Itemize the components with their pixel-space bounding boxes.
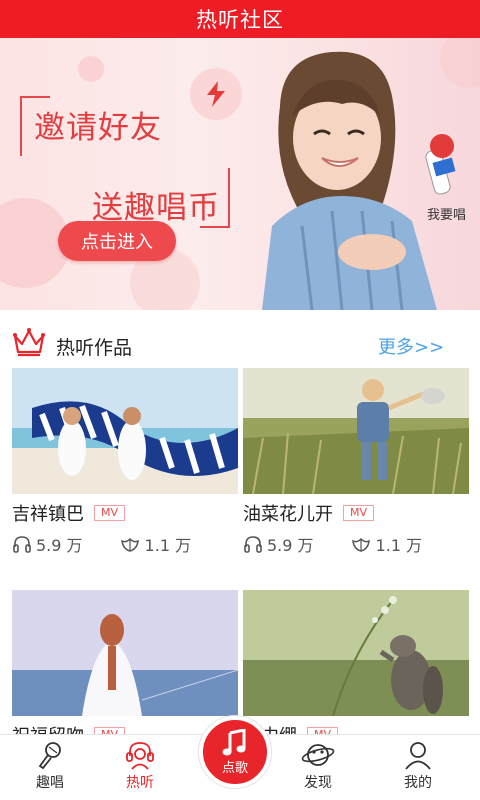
promo-line-1: 邀请好友: [34, 110, 162, 146]
nav-tab-discover[interactable]: 发现: [278, 735, 358, 800]
work-stats: 5.9 万 1.1 万: [243, 532, 458, 556]
work-thumbnail[interactable]: [12, 590, 239, 716]
section-title: 热听作品: [56, 337, 133, 359]
user-icon: [405, 742, 431, 770]
decor-bubble: [78, 56, 104, 82]
nav-tab-me[interactable]: 我的: [378, 735, 458, 800]
work-card[interactable]: 祝福留吻 MV: [12, 590, 239, 747]
headphone-icon: [13, 536, 31, 553]
work-title-row: 吉祥镇巴 MV: [12, 501, 126, 525]
like-count-value: 1.1 万: [375, 536, 423, 555]
more-link[interactable]: 更多>>: [378, 333, 444, 359]
nav-label: 点歌: [221, 760, 248, 776]
song-request-button[interactable]: 点歌: [199, 716, 271, 788]
work-stats: 5.9 万 1.1 万: [12, 532, 227, 556]
singer-photo: [262, 51, 456, 310]
work-thumbnail[interactable]: [243, 590, 469, 717]
work-thumbnail[interactable]: [243, 368, 469, 495]
play-count: 5.9 万: [243, 532, 314, 556]
promo-banner[interactable]: 邀请好友 送趣唱币 点击进入 我要唱: [0, 38, 480, 310]
nav-tab-sing[interactable]: 趣唱: [10, 735, 90, 800]
lightning-badge: [190, 68, 242, 120]
like-count: 1.1 万: [350, 532, 423, 556]
nav-label: 我的: [404, 775, 432, 791]
headphone-icon: [244, 536, 262, 553]
mv-badge: MV: [343, 505, 375, 521]
app-screen: 热听社区 邀请好友 送趣唱币 点击进入 我要唱 热听作品 更多>> 吉祥镇巴 M…: [0, 0, 480, 800]
flower-icon: [351, 537, 370, 552]
page-title: 热听社区: [196, 8, 284, 32]
play-count: 5.9 万: [12, 532, 83, 556]
sing-label[interactable]: 我要唱: [427, 204, 466, 223]
nav-label: 发现: [304, 775, 332, 791]
work-title: 吉祥镇巴: [12, 504, 84, 525]
music-note-icon: [222, 728, 246, 755]
nav-label: 趣唱: [36, 775, 64, 791]
planet-icon: [301, 744, 335, 766]
flower-icon: [120, 537, 139, 552]
work-thumbnail[interactable]: [12, 368, 238, 494]
play-count-value: 5.9 万: [267, 536, 314, 555]
mv-badge: MV: [94, 505, 126, 521]
work-card[interactable]: 马中绷 MV: [243, 590, 469, 747]
lightning-icon: [190, 68, 242, 120]
like-count-value: 1.1 万: [144, 536, 192, 555]
top-bar: 热听社区: [0, 0, 480, 38]
microphone-icon: [38, 742, 61, 770]
play-count-value: 5.9 万: [36, 536, 83, 555]
work-card[interactable]: 油菜花儿开 MV 5.9 万 1.1 万: [243, 368, 469, 568]
enter-button[interactable]: 点击进入: [58, 221, 176, 261]
like-count: 1.1 万: [119, 532, 192, 556]
crown-icon: [13, 328, 45, 357]
work-title-row: 油菜花儿开 MV: [243, 501, 375, 525]
work-title: 油菜花儿开: [243, 504, 333, 525]
nav-tab-hot[interactable]: 热听: [100, 735, 180, 800]
headphone-person-icon: [126, 742, 154, 770]
work-card[interactable]: 吉祥镇巴 MV 5.9 万 1.1 万: [12, 368, 238, 568]
nav-label: 热听: [126, 775, 154, 791]
section-header: 热听作品 更多>>: [0, 318, 480, 364]
